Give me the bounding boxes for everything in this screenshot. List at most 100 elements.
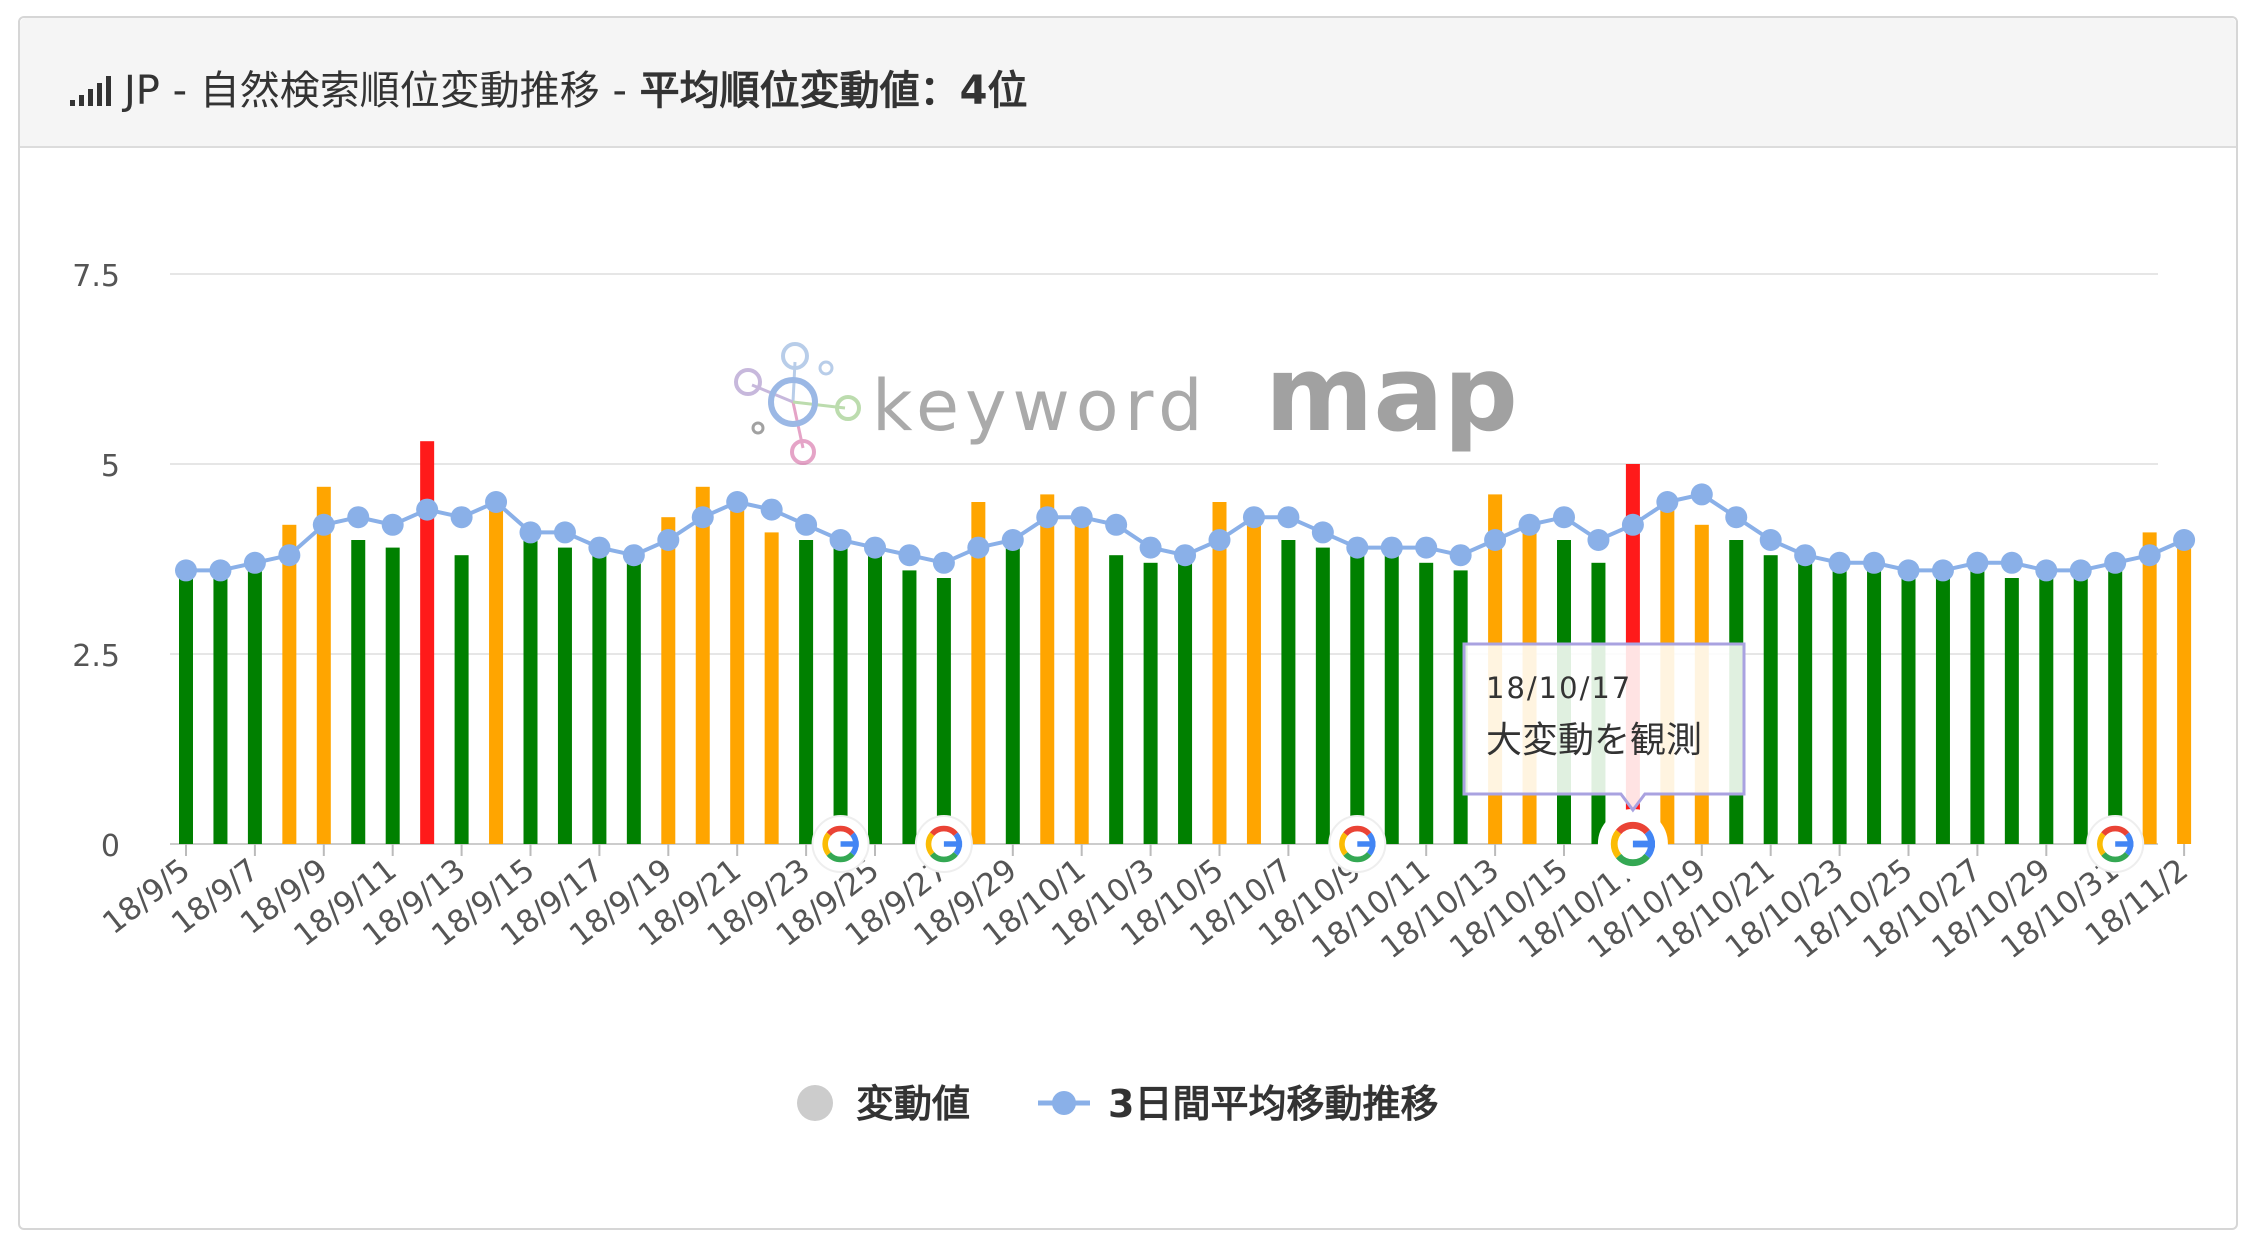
bar-18/9/17[interactable] <box>592 555 607 844</box>
line-point-18/10/19[interactable] <box>1690 483 1713 506</box>
line-point-18/10/13[interactable] <box>1484 529 1507 551</box>
line-point-18/9/13[interactable] <box>450 506 473 529</box>
line-point-18/10/28[interactable] <box>2000 551 2023 574</box>
bar-18/9/8[interactable] <box>282 524 297 844</box>
bar-18/9/24[interactable] <box>833 547 848 844</box>
bar-18/10/23[interactable] <box>1832 570 1847 844</box>
legend-line-label[interactable]: 3日間平均移動推移 <box>1108 1082 1438 1126</box>
line-point-18/9/9[interactable] <box>312 513 335 536</box>
bar-18/9/29[interactable] <box>1005 540 1020 844</box>
bar-18/10/2[interactable] <box>1109 555 1124 844</box>
line-point-18/9/27[interactable] <box>932 551 955 574</box>
bar-18/9/10[interactable] <box>351 540 366 844</box>
line-point-18/10/8[interactable] <box>1311 521 1334 544</box>
line-point-18/9/26[interactable] <box>898 544 921 567</box>
bar-18/9/25[interactable] <box>868 555 882 844</box>
line-point-18/9/7[interactable] <box>243 551 266 574</box>
line-point-18/9/12[interactable] <box>416 498 439 521</box>
line-point-18/9/29[interactable] <box>1001 529 1024 551</box>
line-point-18/9/30[interactable] <box>1036 506 1059 529</box>
line-point-18/9/28[interactable] <box>967 536 990 559</box>
bar-18/9/27[interactable] <box>936 578 951 844</box>
line-point-18/9/14[interactable] <box>485 491 508 513</box>
bar-18/10/25[interactable] <box>1901 578 1916 844</box>
line-point-18/9/21[interactable] <box>726 491 749 513</box>
line-point-18/9/16[interactable] <box>553 521 576 544</box>
line-point-18/9/20[interactable] <box>691 506 714 529</box>
bar-18/10/31[interactable] <box>2108 570 2123 844</box>
line-point-18/11/1[interactable] <box>2138 544 2161 567</box>
bar-18/9/22[interactable] <box>764 532 779 844</box>
bar-18/10/5[interactable] <box>1212 502 1227 844</box>
line-point-18/10/16[interactable] <box>1587 529 1610 551</box>
bar-18/10/22[interactable] <box>1798 562 1813 844</box>
bar-18/9/19[interactable] <box>661 517 676 844</box>
bar-18/9/30[interactable] <box>1040 494 1055 844</box>
line-point-18/9/24[interactable] <box>829 529 852 551</box>
bar-18/10/29[interactable] <box>2039 578 2054 844</box>
bar-18/9/23[interactable] <box>799 540 814 844</box>
line-point-18/9/10[interactable] <box>347 506 370 529</box>
bar-18/9/11[interactable] <box>385 547 400 844</box>
bar-18/9/7[interactable] <box>247 570 262 844</box>
line-point-18/10/24[interactable] <box>1863 551 1886 574</box>
line-point-18/10/11[interactable] <box>1415 536 1438 559</box>
line-point-18/10/6[interactable] <box>1242 506 1265 529</box>
line-point-18/9/15[interactable] <box>519 521 542 544</box>
line-point-18/10/30[interactable] <box>2069 559 2092 582</box>
bar-18/10/8[interactable] <box>1315 547 1330 844</box>
line-point-18/9/22[interactable] <box>760 498 783 521</box>
line-point-18/10/18[interactable] <box>1656 491 1679 513</box>
bar-18/9/14[interactable] <box>489 509 504 844</box>
line-point-18/10/10[interactable] <box>1380 536 1403 559</box>
line-point-18/9/18[interactable] <box>622 544 645 567</box>
line-point-18/10/23[interactable] <box>1828 551 1851 574</box>
line-point-18/10/17[interactable] <box>1621 513 1644 536</box>
bar-18/10/9[interactable] <box>1350 555 1365 844</box>
bar-18/10/6[interactable] <box>1246 517 1261 844</box>
bar-18/9/6[interactable] <box>213 578 228 844</box>
bar-18/10/24[interactable] <box>1867 570 1882 844</box>
bar-18/9/21[interactable] <box>730 502 745 844</box>
bar-18/10/1[interactable] <box>1074 509 1089 844</box>
line-point-18/10/27[interactable] <box>1966 551 1989 574</box>
bar-18/9/5[interactable] <box>179 578 193 844</box>
line-point-18/10/29[interactable] <box>2035 559 2058 582</box>
line-point-18/10/2[interactable] <box>1105 513 1128 536</box>
line-point-18/10/21[interactable] <box>1759 529 1782 551</box>
line-point-18/10/20[interactable] <box>1725 506 1748 529</box>
line-point-18/10/14[interactable] <box>1518 513 1541 536</box>
line-point-18/10/26[interactable] <box>1931 559 1954 582</box>
bar-18/10/10[interactable] <box>1384 547 1399 844</box>
bar-18/10/11[interactable] <box>1419 562 1434 844</box>
line-point-18/9/8[interactable] <box>278 544 301 567</box>
line-point-18/11/2[interactable] <box>2173 529 2196 551</box>
line-point-18/9/19[interactable] <box>657 529 680 551</box>
legend-bar-label[interactable]: 変動値 <box>856 1082 970 1126</box>
line-point-18/9/23[interactable] <box>795 513 818 536</box>
bar-18/10/26[interactable] <box>1935 578 1950 844</box>
line-point-18/9/17[interactable] <box>588 536 611 559</box>
line-point-18/10/3[interactable] <box>1139 536 1162 559</box>
bar-18/9/13[interactable] <box>454 555 469 844</box>
line-point-18/10/12[interactable] <box>1449 544 1472 567</box>
bar-18/9/15[interactable] <box>523 540 538 844</box>
bar-18/10/30[interactable] <box>2073 578 2088 844</box>
bar-18/9/20[interactable] <box>695 486 710 844</box>
line-point-18/10/22[interactable] <box>1794 544 1817 567</box>
line-point-18/10/5[interactable] <box>1208 529 1231 551</box>
bar-18/10/7[interactable] <box>1281 540 1296 844</box>
bar-18/11/2[interactable] <box>2177 532 2192 844</box>
bar-18/9/16[interactable] <box>557 547 572 844</box>
bar-18/10/21[interactable] <box>1763 555 1778 844</box>
line-point-18/9/5[interactable] <box>175 559 197 582</box>
bar-18/11/1[interactable] <box>2142 532 2157 844</box>
line-point-18/10/7[interactable] <box>1277 506 1300 529</box>
bar-18/10/4[interactable] <box>1178 562 1193 844</box>
bar-18/9/9[interactable] <box>316 486 331 844</box>
line-point-18/9/25[interactable] <box>864 536 886 559</box>
bar-18/10/27[interactable] <box>1970 570 1985 844</box>
line-point-18/10/25[interactable] <box>1897 559 1920 582</box>
line-point-18/10/15[interactable] <box>1553 506 1575 529</box>
legend-bar-swatch[interactable] <box>797 1085 833 1121</box>
